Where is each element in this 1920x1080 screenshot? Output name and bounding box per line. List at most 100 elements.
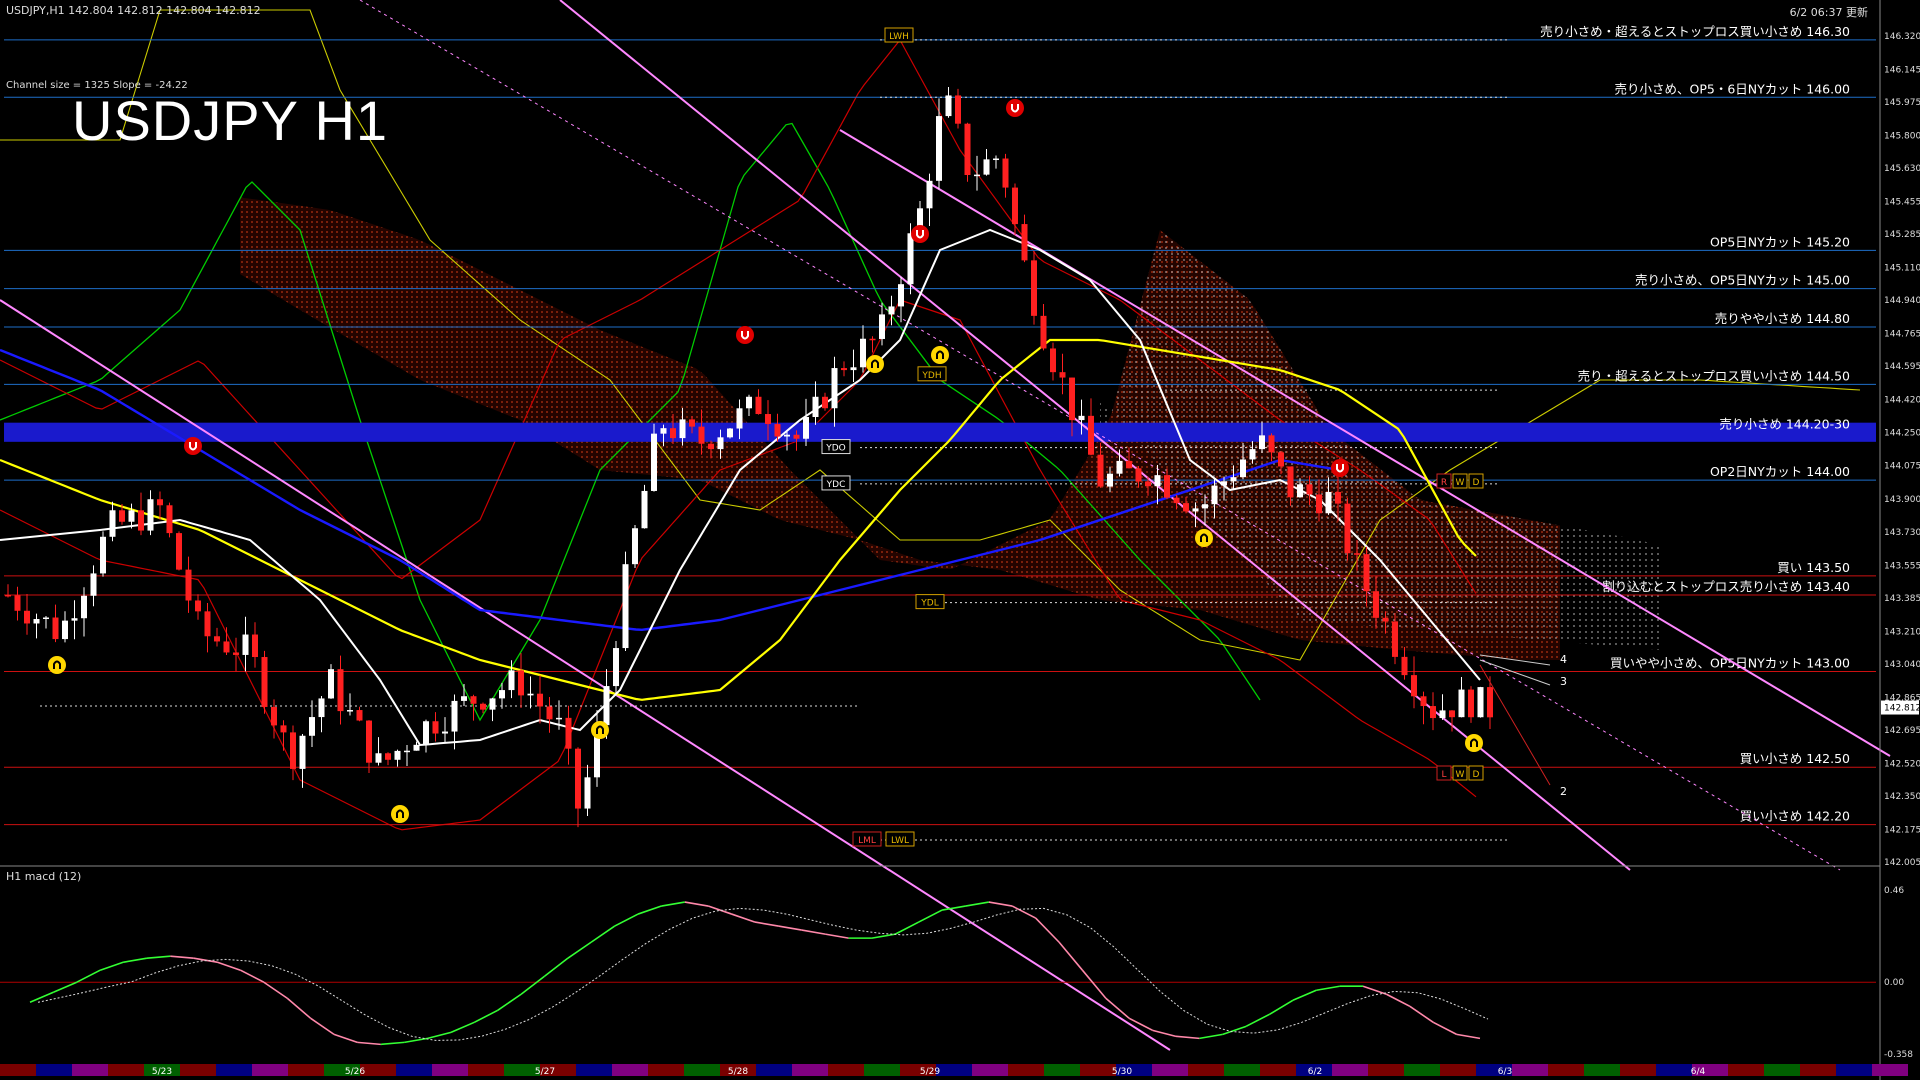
candle-body — [290, 732, 296, 769]
candle-body — [717, 437, 724, 450]
level-label: 買い小さめ 142.50 — [1740, 751, 1850, 766]
candle-body — [499, 690, 505, 699]
candle-body — [1249, 449, 1256, 460]
candle-body — [841, 368, 847, 371]
candle-body — [1135, 468, 1142, 482]
session-strip-block — [1836, 1064, 1872, 1076]
session-strip-block — [288, 1064, 324, 1076]
projection-label: 3 — [1560, 675, 1567, 688]
price-tick-label: 142.350 — [1884, 792, 1920, 802]
candle-body — [1335, 491, 1341, 504]
candle-body — [204, 611, 211, 637]
price-tag-label: LML — [858, 836, 876, 846]
candle-body — [1230, 477, 1237, 482]
candle-body — [90, 573, 97, 596]
candle-body — [812, 396, 819, 418]
candle-body — [1382, 617, 1389, 622]
candle-body — [100, 536, 106, 574]
session-strip-block — [792, 1064, 828, 1076]
candle-body — [983, 159, 990, 175]
price-tick-label: 142.520 — [1884, 759, 1920, 769]
candle-body — [1145, 481, 1151, 487]
candle-body — [945, 95, 952, 117]
session-strip-block — [180, 1064, 216, 1076]
candle-body — [1268, 435, 1275, 453]
buy-signal-marker — [391, 805, 409, 823]
candle-body — [803, 417, 809, 439]
date-label: 5/29 — [920, 1067, 940, 1077]
level-label: OP5日NYカット 145.20 — [1710, 234, 1850, 249]
session-strip-block — [468, 1064, 504, 1076]
candle-body — [1002, 158, 1009, 188]
candle-body — [176, 533, 182, 570]
level-label: 割り込むとストップロス売り小さめ 143.40 — [1602, 579, 1850, 594]
candle-body — [546, 706, 553, 720]
candle-body — [33, 619, 40, 624]
candle-body — [1211, 485, 1218, 505]
session-strip-block — [1872, 1064, 1908, 1076]
candle-body — [1183, 503, 1189, 512]
candle-body — [1278, 452, 1284, 467]
session-strip-block — [36, 1064, 72, 1076]
candle-body — [489, 698, 496, 710]
candle-body — [641, 490, 648, 529]
candle-body — [527, 693, 534, 696]
price-tick-label: 144.595 — [1884, 362, 1920, 372]
candle-body — [793, 434, 800, 439]
candle-body — [831, 368, 838, 409]
period-box-label: D — [1473, 478, 1480, 488]
candle-body — [879, 314, 885, 339]
macd-tick-label: 0.00 — [1884, 978, 1904, 988]
candle-body — [869, 338, 876, 341]
level-label: 売り小さめ、OP5日NYカット 145.00 — [1635, 273, 1850, 288]
projection-label: 4 — [1560, 653, 1567, 666]
candle-body — [24, 610, 30, 624]
candle-body — [1316, 494, 1322, 514]
candle-body — [43, 617, 49, 620]
candle-body — [1164, 475, 1170, 498]
session-strip-block — [1512, 1064, 1548, 1076]
candle-body — [993, 158, 999, 161]
candle-body — [1363, 554, 1370, 592]
candle-body — [5, 594, 11, 597]
level-label: 売り小さめ 144.20-30 — [1719, 416, 1850, 431]
candle-body — [451, 700, 458, 732]
candle-body — [755, 396, 762, 415]
candle-body — [1107, 473, 1113, 487]
candle-body — [185, 569, 192, 601]
candle-body — [1088, 415, 1094, 455]
candle-body — [565, 717, 572, 749]
chart-canvas: 売り小さめ・超えるとストップロス買い小さめ 146.30 売り小さめ、OP5・6日… — [0, 0, 1920, 1080]
session-strip-block — [648, 1064, 684, 1076]
sell-signal-marker — [736, 326, 754, 344]
candle-body — [356, 710, 363, 721]
sell-signal-marker — [184, 437, 202, 455]
date-label: 6/4 — [1691, 1067, 1706, 1077]
candle-body — [128, 510, 135, 522]
candle-body — [318, 698, 325, 718]
session-strip-block — [1260, 1064, 1296, 1076]
session-strip-block — [432, 1064, 468, 1076]
session-strip-block — [1728, 1064, 1764, 1076]
candle-body — [271, 706, 277, 726]
candle-body — [385, 753, 391, 760]
candle-body — [62, 620, 68, 640]
candle-body — [119, 510, 125, 522]
price-tick-label: 145.455 — [1884, 198, 1920, 208]
candle-body — [670, 428, 676, 439]
session-strip-block — [360, 1064, 396, 1076]
candle-body — [1420, 696, 1427, 707]
session-strip-block — [612, 1064, 648, 1076]
resistance-band — [4, 422, 1876, 442]
candle-body — [603, 686, 610, 726]
candle-body — [651, 433, 657, 491]
candle-body — [195, 600, 201, 612]
candle-body — [1031, 260, 1037, 316]
candle-body — [1468, 689, 1474, 718]
session-strip-block — [864, 1064, 900, 1076]
symbol-info: USDJPY,H1 142.804 142.812 142.804 142.81… — [6, 4, 261, 17]
session-strip-block — [0, 1064, 36, 1076]
candle-body — [309, 717, 315, 736]
buy-signal-marker — [1465, 734, 1483, 752]
candle-body — [1287, 466, 1294, 498]
